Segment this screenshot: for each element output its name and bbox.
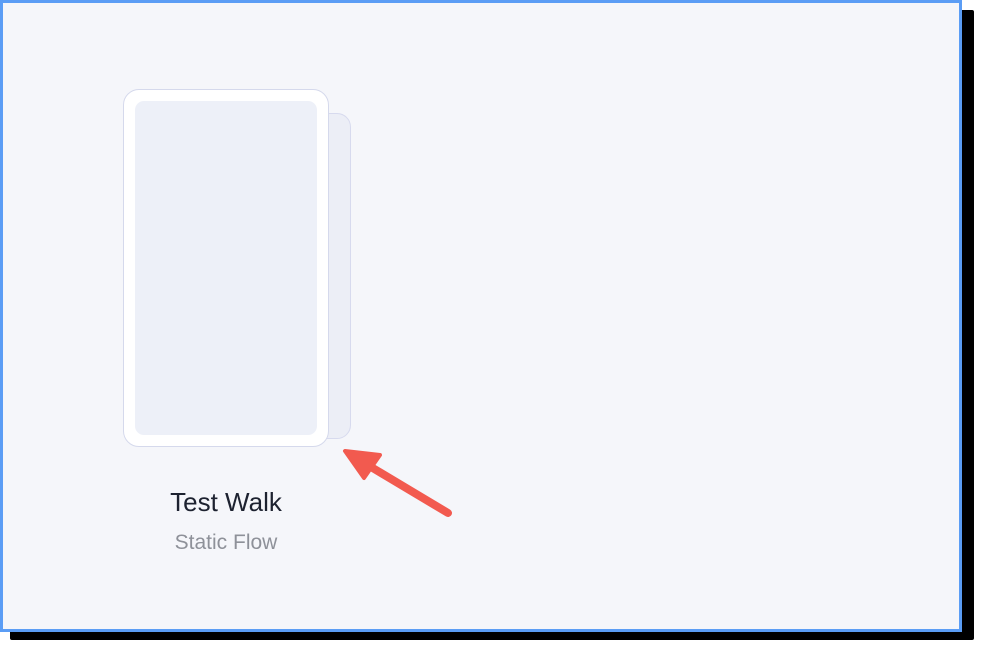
flow-title[interactable]: Test Walk xyxy=(123,487,329,518)
flow-card[interactable]: Test Walk Static Flow xyxy=(123,89,363,564)
arrow-head xyxy=(343,449,382,480)
arrow-icon xyxy=(343,449,452,517)
flow-card-preview[interactable] xyxy=(123,89,329,447)
canvas-frame: Test Walk Static Flow xyxy=(0,0,962,632)
flow-type-label: Static Flow xyxy=(174,531,278,554)
arrow-shaft xyxy=(357,457,452,517)
flow-card-screen xyxy=(135,101,317,435)
